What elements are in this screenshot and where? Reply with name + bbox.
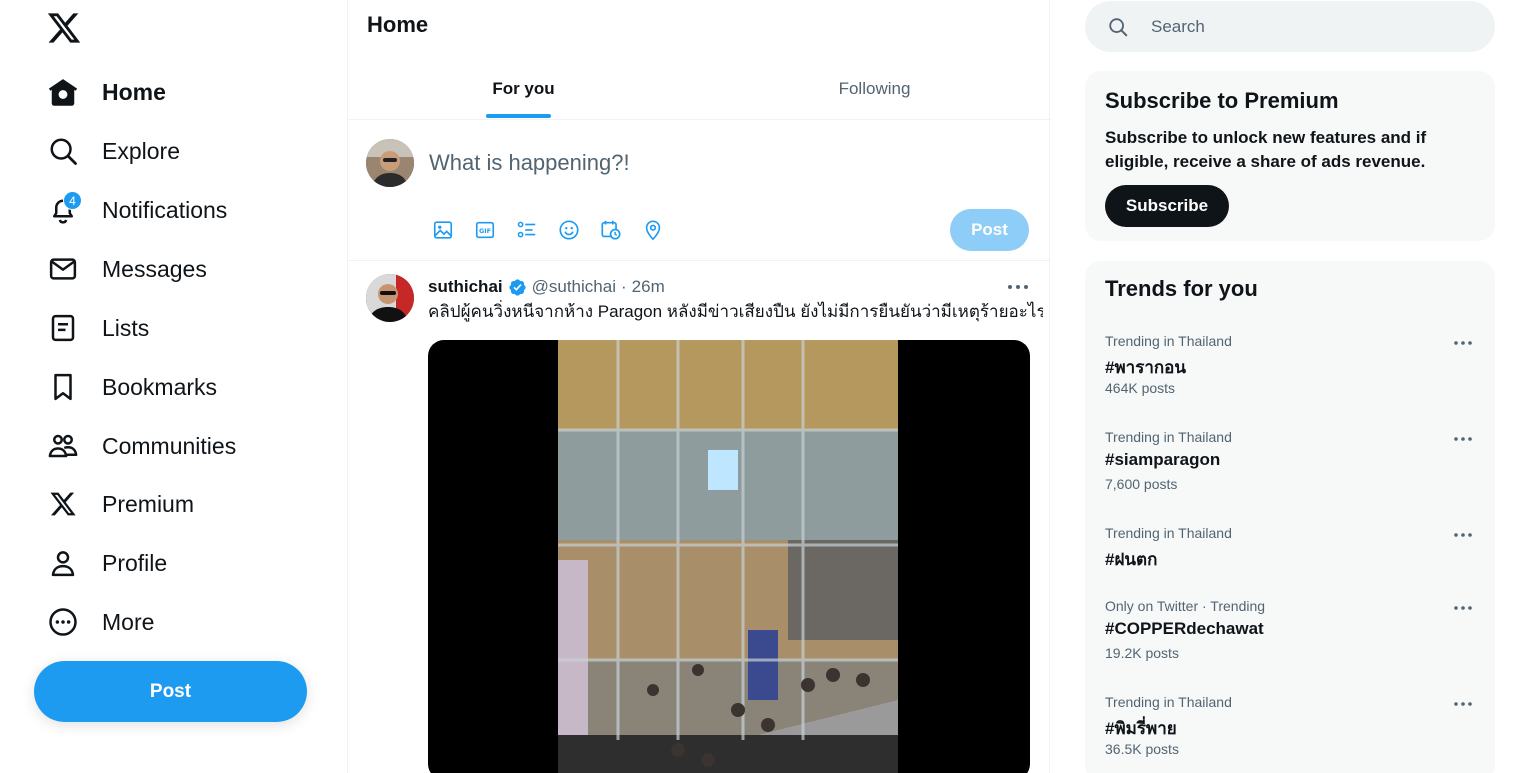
schedule-icon[interactable] [598,217,624,243]
more-horizontal-icon[interactable] [1451,431,1475,447]
tweet-handle[interactable]: @suthichai [532,277,616,297]
tweet-header: suthichai @suthichai · 26m [428,276,665,298]
search-icon [46,134,80,168]
people-icon [46,429,80,463]
post-button[interactable]: Post [34,661,307,722]
video-player[interactable] [558,340,898,773]
tweet-timestamp[interactable]: 26m [632,277,665,297]
nav-item-bookmarks[interactable]: Bookmarks [46,365,217,409]
page-title: Home [367,12,429,37]
x-logo-icon[interactable] [46,10,82,46]
notification-badge: 4 [63,191,82,210]
divider [348,260,1051,261]
trend-context: Trending in Thailand [1105,429,1232,445]
nav-label-lists: Lists [102,314,150,341]
tweet-separator: · [620,277,627,296]
trend-item[interactable]: Trending in Thailand #siamparagon 7,600 … [1085,429,1495,519]
avatar[interactable] [366,139,414,187]
trend-name: #ฝนตก [1105,550,1158,569]
trend-context: Trending in Thailand [1105,694,1232,710]
tweet-avatar[interactable] [366,274,414,322]
tweet-author-name[interactable]: suthichai [428,277,503,297]
divider [348,119,1051,120]
trend-count: 464K posts [1105,380,1176,396]
list-icon [46,311,80,345]
tweet-text: คลิปผู้คนวิ่งหนีจากห้าง Paragon หลังมีข่… [428,302,1043,321]
nav-item-communities[interactable]: Communities [46,424,236,468]
premium-description: Subscribe to unlock new features and if … [1105,128,1427,171]
nav-item-more[interactable]: More [46,600,154,644]
more-horizontal-icon[interactable] [1451,600,1475,616]
trend-item[interactable]: Only on Twitter · Trending #COPPERdechaw… [1085,598,1495,688]
more-horizontal-icon[interactable] [1451,696,1475,712]
trend-item[interactable]: Trending in Thailand #พิมรี่พาย 36.5K po… [1085,694,1495,773]
trend-count: 7,600 posts [1105,476,1178,492]
more-horizontal-icon[interactable] [1451,527,1475,543]
nav-label-communities: Communities [102,432,237,459]
trend-name: #พารากอน [1105,358,1187,377]
subscribe-button[interactable]: Subscribe [1105,185,1229,227]
nav-item-messages[interactable]: Messages [46,247,207,291]
tweet-media[interactable] [428,340,1030,773]
trend-context: Trending in Thailand [1105,333,1232,349]
nav-label-more: More [102,608,155,635]
trend-count: 36.5K posts [1105,741,1179,757]
nav-label-home: Home [102,78,166,105]
main-timeline: Home For you Following GIF Post suthicha… [347,0,1051,773]
trend-name: #siamparagon [1105,450,1221,469]
search-input[interactable] [1151,16,1471,37]
trend-count: 19.2K posts [1105,645,1179,661]
location-icon[interactable] [640,217,666,243]
bell-icon: 4 [46,191,82,227]
search-box[interactable] [1085,1,1495,52]
nav-label-premium: Premium [102,490,195,517]
person-icon [46,546,80,580]
right-sidebar: Subscribe to Premium Subscribe to unlock… [1085,0,1495,773]
compose-post-button[interactable]: Post [950,209,1029,251]
trend-name: #พิมรี่พาย [1105,719,1177,738]
nav-item-home[interactable]: Home [46,70,166,114]
nav-item-explore[interactable]: Explore [46,129,180,173]
nav-item-premium[interactable]: Premium [46,482,194,526]
trend-context: Only on Twitter · Trending [1105,598,1266,614]
mall-scene-image [558,340,898,773]
trends-card: Trends for you Trending in Thailand #พาร… [1085,261,1495,773]
tab-for-you[interactable]: For you [348,60,699,118]
emoji-icon[interactable] [556,217,582,243]
verified-badge-icon [508,278,527,297]
home-icon [46,75,80,109]
nav-label-bookmarks: Bookmarks [102,373,218,400]
gif-icon[interactable]: GIF [472,217,498,243]
nav-item-profile[interactable]: Profile [46,541,167,585]
more-circle-icon [46,605,80,639]
nav-item-lists[interactable]: Lists [46,306,149,350]
x-logo-icon [46,487,80,521]
poll-icon[interactable] [514,217,540,243]
premium-card: Subscribe to Premium Subscribe to unlock… [1085,71,1495,241]
more-horizontal-icon[interactable] [1451,335,1475,351]
left-navigation: Home Explore 4 Notifications Messages Li… [0,0,347,773]
nav-label-messages: Messages [102,255,207,282]
nav-label-profile: Profile [102,549,168,576]
premium-title: Subscribe to Premium [1105,88,1339,113]
bookmark-icon [46,370,80,404]
nav-item-notifications[interactable]: 4 Notifications [46,188,227,232]
trend-name: #COPPERdechawat [1105,619,1264,638]
nav-label-notifications: Notifications [102,196,228,223]
nav-label-explore: Explore [102,137,180,164]
trend-item[interactable]: Trending in Thailand #พารากอน 464K posts [1085,333,1495,423]
image-icon[interactable] [430,217,456,243]
search-icon [1107,16,1129,38]
envelope-icon [46,252,80,286]
tab-following[interactable]: Following [699,60,1050,118]
svg-text:GIF: GIF [479,227,491,235]
more-horizontal-icon[interactable] [1005,276,1031,298]
trend-context: Trending in Thailand [1105,525,1232,541]
compose-input[interactable] [429,146,989,180]
trends-title: Trends for you [1105,276,1258,301]
active-tab-indicator [486,114,551,118]
